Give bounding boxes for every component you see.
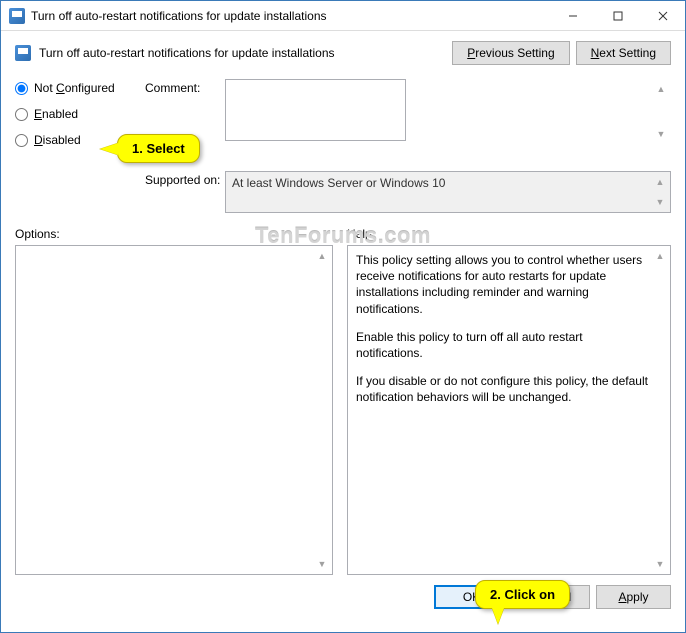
options-label: Options: (15, 227, 333, 241)
radio-disabled-input[interactable] (15, 134, 28, 147)
supported-scrollbar: ▲ ▼ (652, 174, 668, 210)
scroll-up-icon: ▲ (653, 81, 669, 97)
next-setting-button[interactable]: Next Setting (576, 41, 671, 65)
supported-on-text: At least Windows Server or Windows 10 (232, 176, 445, 190)
help-scrollbar[interactable]: ▲ ▼ (652, 248, 668, 572)
comment-scrollbar[interactable]: ▲ ▼ (653, 81, 669, 142)
minimize-button[interactable] (550, 1, 595, 30)
scroll-up-icon: ▲ (314, 248, 330, 264)
policy-title: Turn off auto-restart notifications for … (39, 46, 452, 60)
maximize-button[interactable] (595, 1, 640, 30)
radio-enabled-input[interactable] (15, 108, 28, 121)
apply-button[interactable]: Apply (596, 585, 671, 609)
annotation-click-on: 2. Click on (475, 580, 570, 609)
help-text-p1: This policy setting allows you to contro… (356, 252, 650, 317)
help-pane: This policy setting allows you to contro… (347, 245, 671, 575)
options-pane: ▲ ▼ (15, 245, 333, 575)
scroll-down-icon: ▼ (653, 126, 669, 142)
supported-on-box: At least Windows Server or Windows 10 ▲ … (225, 171, 671, 213)
help-label: Help: (347, 227, 671, 241)
comment-textarea[interactable] (225, 79, 406, 141)
policy-icon (9, 8, 25, 24)
scroll-down-icon: ▼ (652, 556, 668, 572)
scroll-down-icon: ▼ (652, 194, 668, 210)
scroll-down-icon: ▼ (314, 556, 330, 572)
close-button[interactable] (640, 1, 685, 30)
radio-enabled[interactable]: Enabled (15, 107, 145, 121)
radio-not-configured[interactable]: Not Configured (15, 81, 145, 95)
titlebar: Turn off auto-restart notifications for … (1, 1, 685, 31)
radio-not-configured-input[interactable] (15, 82, 28, 95)
window-title: Turn off auto-restart notifications for … (31, 9, 550, 23)
comment-label: Comment: (145, 79, 225, 95)
scroll-up-icon: ▲ (652, 174, 668, 190)
help-text-p3: If you disable or do not configure this … (356, 373, 650, 405)
policy-header-icon (15, 45, 31, 61)
previous-setting-button[interactable]: Previous Setting (452, 41, 569, 65)
scroll-up-icon: ▲ (652, 248, 668, 264)
annotation-select: 1. Select (117, 134, 200, 163)
help-text-p2: Enable this policy to turn off all auto … (356, 329, 650, 361)
options-scrollbar[interactable]: ▲ ▼ (314, 248, 330, 572)
supported-label: Supported on: (145, 171, 225, 187)
